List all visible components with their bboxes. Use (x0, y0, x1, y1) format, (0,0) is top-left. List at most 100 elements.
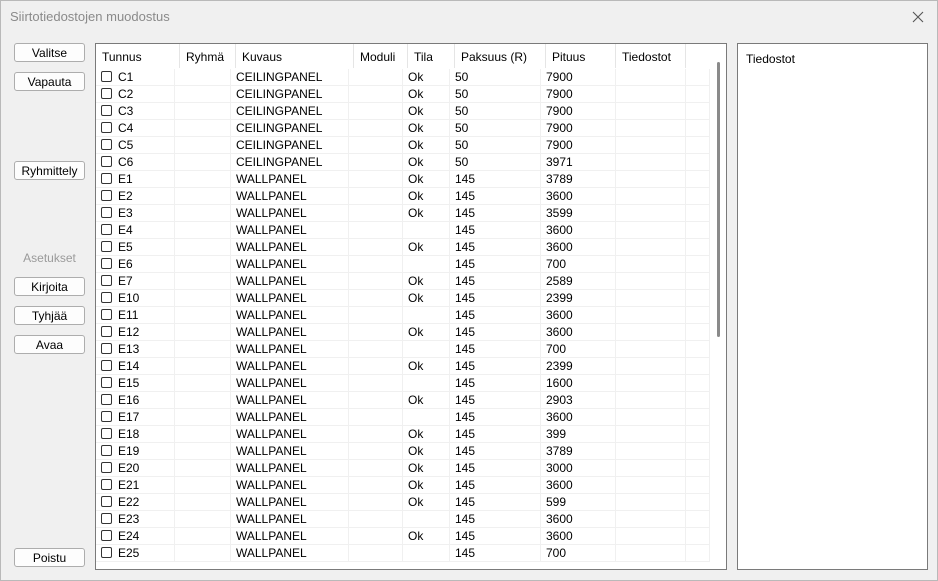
cell-filler (686, 103, 710, 120)
cell-moduli (349, 324, 403, 341)
row-checkbox[interactable] (101, 139, 112, 150)
vertical-scrollbar[interactable] (710, 44, 726, 569)
row-checkbox[interactable] (101, 275, 112, 286)
table-row[interactable]: C2 CEILINGPANEL Ok 50 7900 (96, 86, 710, 103)
row-checkbox[interactable] (101, 343, 112, 354)
row-checkbox[interactable] (101, 360, 112, 371)
row-checkbox[interactable] (101, 479, 112, 490)
row-checkbox[interactable] (101, 309, 112, 320)
cell-tila (403, 341, 450, 358)
table-row[interactable]: E22 WALLPANEL Ok 145 599 (96, 494, 710, 511)
row-checkbox[interactable] (101, 190, 112, 201)
row-checkbox[interactable] (101, 462, 112, 473)
table-row[interactable]: E10 WALLPANEL Ok 145 2399 (96, 290, 710, 307)
cell-ryhma (175, 103, 231, 120)
row-checkbox[interactable] (101, 292, 112, 303)
column-header-paksuus[interactable]: Paksuus (R) (455, 44, 546, 68)
cell-tunnus: E25 (96, 545, 175, 562)
row-checkbox[interactable] (101, 445, 112, 456)
cell-tunnus: E20 (96, 460, 175, 477)
select-button[interactable]: Valitse (14, 43, 85, 62)
release-button[interactable]: Vapauta (14, 72, 85, 91)
table-row[interactable]: E25 WALLPANEL 145 700 (96, 545, 710, 562)
row-id: E15 (118, 376, 140, 390)
cell-ryhma (175, 86, 231, 103)
row-checkbox[interactable] (101, 207, 112, 218)
row-checkbox[interactable] (101, 428, 112, 439)
row-checkbox[interactable] (101, 377, 112, 388)
cell-tila: Ok (403, 290, 450, 307)
column-header-tiedostot[interactable]: Tiedostot (616, 44, 686, 68)
row-checkbox[interactable] (101, 326, 112, 337)
row-checkbox[interactable] (101, 411, 112, 422)
table-row[interactable]: E4 WALLPANEL 145 3600 (96, 222, 710, 239)
row-checkbox[interactable] (101, 156, 112, 167)
table-row[interactable]: E1 WALLPANEL Ok 145 3789 (96, 171, 710, 188)
table-row[interactable]: E24 WALLPANEL Ok 145 3600 (96, 528, 710, 545)
table-row[interactable]: E5 WALLPANEL Ok 145 3600 (96, 239, 710, 256)
table-row[interactable]: E13 WALLPANEL 145 700 (96, 341, 710, 358)
cell-kuvaus: WALLPANEL (231, 256, 349, 273)
table-row[interactable]: C5 CEILINGPANEL Ok 50 7900 (96, 137, 710, 154)
table-row[interactable]: E11 WALLPANEL 145 3600 (96, 307, 710, 324)
table-row[interactable]: E18 WALLPANEL Ok 145 399 (96, 426, 710, 443)
cell-tunnus: E16 (96, 392, 175, 409)
group-button[interactable]: Ryhmittely (14, 161, 85, 180)
element-list[interactable]: Tunnus Ryhmä Kuvaus Moduli Tila Paksuus … (95, 43, 727, 570)
column-header-kuvaus[interactable]: Kuvaus (236, 44, 354, 68)
cell-pituus: 3600 (541, 188, 616, 205)
table-row[interactable]: E14 WALLPANEL Ok 145 2399 (96, 358, 710, 375)
row-checkbox[interactable] (101, 173, 112, 184)
table-row[interactable]: E15 WALLPANEL 145 1600 (96, 375, 710, 392)
cell-kuvaus: WALLPANEL (231, 358, 349, 375)
table-row[interactable]: E17 WALLPANEL 145 3600 (96, 409, 710, 426)
clear-button[interactable]: Tyhjää (14, 306, 85, 325)
row-id: E19 (118, 444, 140, 458)
column-header-pituus[interactable]: Pituus (546, 44, 616, 68)
scrollbar-thumb[interactable] (717, 62, 720, 337)
row-checkbox[interactable] (101, 496, 112, 507)
exit-button[interactable]: Poistu (14, 548, 85, 567)
row-checkbox[interactable] (101, 530, 112, 541)
table-row[interactable]: E2 WALLPANEL Ok 145 3600 (96, 188, 710, 205)
row-checkbox[interactable] (101, 88, 112, 99)
table-row[interactable]: C3 CEILINGPANEL Ok 50 7900 (96, 103, 710, 120)
cell-moduli (349, 409, 403, 426)
table-row[interactable]: E21 WALLPANEL Ok 145 3600 (96, 477, 710, 494)
table-row[interactable]: C6 CEILINGPANEL Ok 50 3971 (96, 154, 710, 171)
cell-paksuus: 145 (450, 358, 541, 375)
table-row[interactable]: E6 WALLPANEL 145 700 (96, 256, 710, 273)
window-title: Siirtotiedostojen muodostus (10, 9, 170, 24)
close-button[interactable] (907, 6, 929, 28)
table-row[interactable]: C1 CEILINGPANEL Ok 50 7900 (96, 69, 710, 86)
table-row[interactable]: E3 WALLPANEL Ok 145 3599 (96, 205, 710, 222)
table-row[interactable]: E20 WALLPANEL Ok 145 3000 (96, 460, 710, 477)
row-checkbox[interactable] (101, 105, 112, 116)
row-checkbox[interactable] (101, 241, 112, 252)
cell-tila: Ok (403, 426, 450, 443)
table-row[interactable]: E19 WALLPANEL Ok 145 3789 (96, 443, 710, 460)
write-button[interactable]: Kirjoita (14, 277, 85, 296)
cell-filler (686, 205, 710, 222)
table-row[interactable]: E12 WALLPANEL Ok 145 3600 (96, 324, 710, 341)
files-panel[interactable]: Tiedostot (737, 43, 928, 570)
open-button[interactable]: Avaa (14, 335, 85, 354)
cell-tunnus: E2 (96, 188, 175, 205)
table-row[interactable]: C4 CEILINGPANEL Ok 50 7900 (96, 120, 710, 137)
column-header-tunnus[interactable]: Tunnus (96, 44, 180, 68)
table-row[interactable]: E16 WALLPANEL Ok 145 2903 (96, 392, 710, 409)
table-row[interactable]: E7 WALLPANEL Ok 145 2589 (96, 273, 710, 290)
column-header-moduli[interactable]: Moduli (354, 44, 408, 68)
row-checkbox[interactable] (101, 547, 112, 558)
table-row[interactable]: E23 WALLPANEL 145 3600 (96, 511, 710, 528)
column-header-ryhma[interactable]: Ryhmä (180, 44, 236, 68)
row-checkbox[interactable] (101, 122, 112, 133)
row-checkbox[interactable] (101, 71, 112, 82)
row-checkbox[interactable] (101, 394, 112, 405)
row-checkbox[interactable] (101, 224, 112, 235)
column-header-tila[interactable]: Tila (408, 44, 455, 68)
row-checkbox[interactable] (101, 513, 112, 524)
row-checkbox[interactable] (101, 258, 112, 269)
cell-paksuus: 50 (450, 103, 541, 120)
cell-moduli (349, 477, 403, 494)
